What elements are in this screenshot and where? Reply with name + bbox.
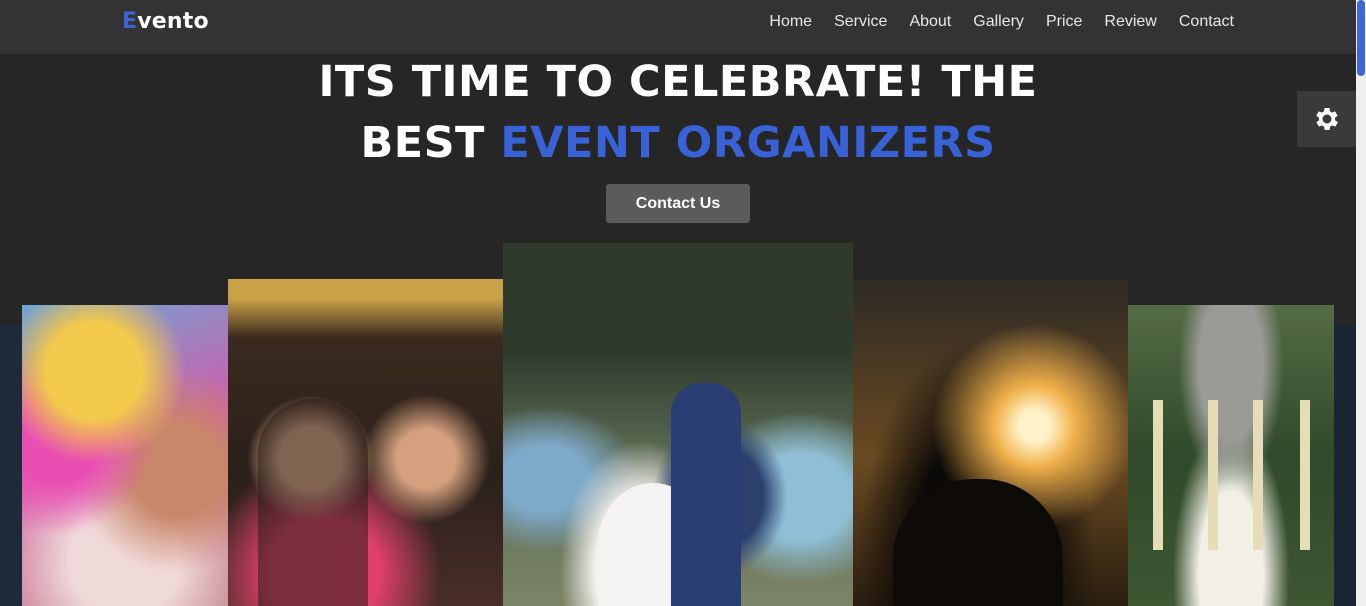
hero-title-line2-prefix: BEST bbox=[360, 118, 485, 168]
gallery-card-holi[interactable]: holi-colors-photo bbox=[22, 305, 228, 606]
nav-link-about[interactable]: About bbox=[909, 13, 951, 31]
navbar: Evento Home Service About Gallery Price … bbox=[0, 0, 1356, 54]
nav-link-gallery[interactable]: Gallery bbox=[973, 13, 1024, 31]
gallery-card-gazebo[interactable]: gazebo-venue-photo bbox=[1128, 305, 1334, 606]
photo-figure-fan bbox=[893, 479, 1063, 606]
photo-pillar bbox=[1153, 400, 1163, 550]
nav-link-review[interactable]: Review bbox=[1104, 13, 1156, 31]
photo-pillar bbox=[1208, 400, 1218, 550]
nav-link-home[interactable]: Home bbox=[769, 13, 812, 31]
nav-menu: Home Service About Gallery Price Review … bbox=[769, 13, 1234, 31]
brand-logo[interactable]: Evento bbox=[122, 9, 209, 34]
nav-link-price[interactable]: Price bbox=[1046, 13, 1082, 31]
brand-logo-accent-letter: E bbox=[122, 9, 138, 34]
photo-figure bbox=[258, 399, 368, 606]
scrollbar-thumb[interactable] bbox=[1357, 0, 1365, 76]
gallery-card-wedding[interactable]: wedding-photo bbox=[503, 243, 853, 606]
photo-figure-groom bbox=[671, 383, 741, 606]
gallery-card-birthday[interactable]: birthday-party-photo bbox=[228, 279, 503, 606]
photo-pillar bbox=[1253, 400, 1263, 550]
gallery-card-concert[interactable]: concert-photo bbox=[853, 279, 1128, 606]
gear-icon bbox=[1315, 108, 1338, 130]
hero-title-line1: ITS TIME TO CELEBRATE! THE bbox=[318, 57, 1038, 107]
hero-title: ITS TIME TO CELEBRATE! THE BEST EVENT OR… bbox=[0, 52, 1356, 174]
brand-logo-text: vento bbox=[137, 9, 209, 34]
photo-pillar bbox=[1300, 400, 1310, 550]
page-scrollbar[interactable] bbox=[1356, 0, 1366, 606]
contact-us-button[interactable]: Contact Us bbox=[606, 184, 750, 223]
nav-link-service[interactable]: Service bbox=[834, 13, 887, 31]
nav-link-contact[interactable]: Contact bbox=[1179, 13, 1234, 31]
settings-toggle-button[interactable] bbox=[1297, 91, 1356, 147]
hero-title-line2-accent: EVENT ORGANIZERS bbox=[500, 118, 996, 168]
